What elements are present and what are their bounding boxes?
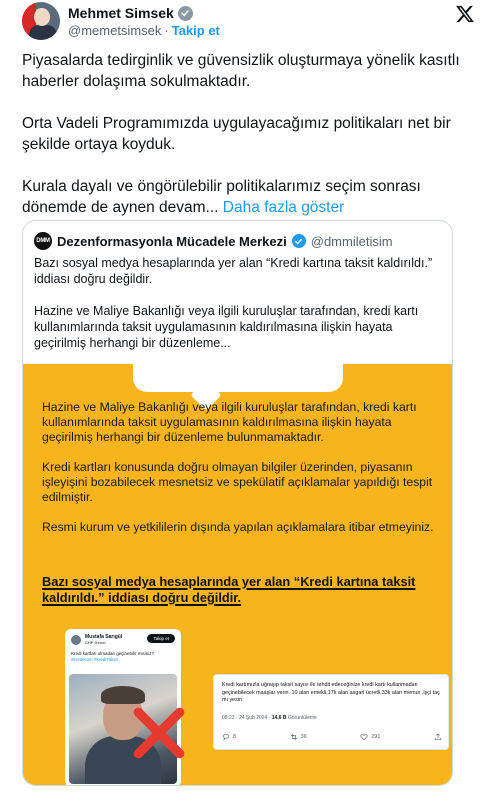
infographic-text: Hazine ve Maliye Bakanlığı veya ilgili k… [42, 400, 437, 550]
infographic-claim: Bazı sosyal medya hesaplarında yer alan … [42, 574, 416, 605]
tweet-header: Mehmet Simsek @memetsimsek · Takip et [22, 2, 474, 42]
tweet-paragraph-text: Kurala dayalı ve öngörülebilir politikal… [22, 178, 421, 216]
embedded-tweet-screenshot-right: Kredi kartımızla uğraşıp taksit sayısı i… [213, 674, 449, 750]
author-avatar[interactable] [22, 2, 60, 40]
tweet-paragraph: Piyasalarda tedirginlik ve güvensizlik o… [22, 52, 460, 90]
infographic-paragraph: Resmi kurum ve yetkililerin dışında yapı… [42, 520, 434, 534]
like-icon: 291 [360, 733, 380, 741]
author-name[interactable]: Mehmet Simsek [68, 5, 174, 21]
tweet-paragraph: Orta Vadeli Programımızda uygulayacağımı… [22, 115, 451, 153]
quoted-author-avatar: DMM [34, 232, 52, 250]
x-logo-icon[interactable] [455, 4, 475, 24]
tweet-paragraph: Kurala dayalı ve öngörülebilir politikal… [22, 176, 462, 218]
embedded-follow-button: Takip et [147, 634, 175, 643]
quoted-tweet-text: Bazı sosyal medya hesaplarında yer alan … [34, 255, 444, 367]
embedded-tweet-text: Kredi kartları olmadan geçinebilir misin… [71, 651, 155, 662]
author-handle-row: @memetsimsek · Takip et [68, 23, 220, 38]
show-more-link[interactable]: Daha fazla göster [223, 199, 345, 216]
embedded-tweet-header: Mustafa Sarıgül CHP Genel [71, 634, 122, 645]
quoted-tweet-image[interactable]: Hazine ve Maliye Bakanlığı veya ilgili k… [23, 358, 452, 785]
author-name-row: Mehmet Simsek [68, 5, 193, 21]
tweet-text: Piyasalarda tedirginlik ve güvensizlik o… [22, 50, 462, 218]
embedded-avatar [71, 634, 81, 645]
verified-badge-icon [177, 5, 193, 21]
infographic-paragraph: Hazine ve Maliye Bakanlığı veya ilgili k… [42, 400, 417, 444]
embedded-tweet-actions: 8 36 291 [222, 733, 442, 741]
quoted-paragraph: Hazine ve Maliye Bakanlığı veya ilgili k… [34, 304, 419, 350]
speech-bubble [133, 358, 343, 392]
embedded-tweet-meta: 08:23 · 24 Şub 2024 · 14,6 B Görüntüleme [222, 715, 317, 721]
quoted-tweet-header: DMM Dezenformasyonla Mücadele Merkezi @d… [34, 232, 393, 250]
author-handle[interactable]: @memetsimsek [68, 23, 161, 38]
reply-icon: 8 [222, 733, 236, 741]
embedded-author-name: Mustafa Sarıgül CHP Genel [85, 634, 123, 645]
quoted-paragraph: Bazı sosyal medya hesaplarında yer alan … [34, 256, 433, 286]
separator-dot: · [164, 23, 169, 38]
infographic-paragraph: Kredi kartları konusunda doğru olmayan b… [42, 460, 433, 504]
quoted-author-handle: @dmmiletisim [310, 233, 393, 249]
embedded-tweet-text: Kredi kartımızla uğraşıp taksit sayısı i… [222, 682, 440, 703]
retweet-icon: 36 [290, 733, 307, 741]
share-icon [434, 733, 442, 741]
quoted-author-name: Dezenformasyonla Mücadele Merkezi [57, 233, 287, 249]
follow-button[interactable]: Takip et [172, 23, 220, 38]
quoted-verified-badge-icon [291, 234, 306, 248]
red-cross-icon [133, 707, 185, 759]
quoted-tweet[interactable]: DMM Dezenformasyonla Mücadele Merkezi @d… [22, 220, 453, 786]
